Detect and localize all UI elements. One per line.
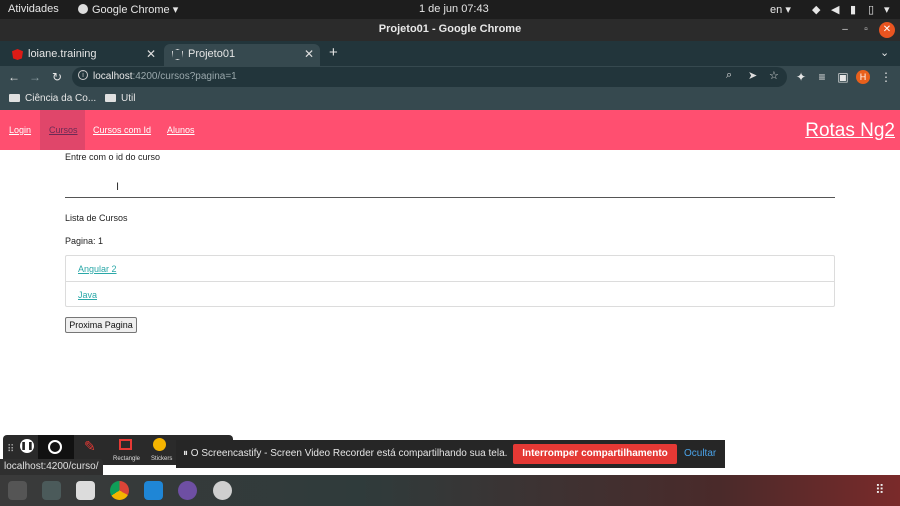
- text-cursor-icon: I: [116, 181, 120, 193]
- chevron-down-icon: ▾: [172, 4, 179, 16]
- menu-kebab-icon[interactable]: ⋮: [878, 69, 894, 85]
- sticker-icon[interactable]: [153, 438, 166, 451]
- activities-button[interactable]: Atividades: [8, 3, 59, 15]
- close-tab-icon[interactable]: ✕: [146, 47, 156, 61]
- app-navbar: Login Cursos Cursos com Id Alunos Rotas …: [0, 110, 900, 150]
- show-apps-icon[interactable]: ⠿: [875, 482, 885, 498]
- chrome-icon[interactable]: [110, 481, 129, 500]
- window-title: Projeto01 - Google Chrome: [378, 23, 522, 35]
- address-bar[interactable]: i localhost:4200/cursos?pagina=1 ⌕ ➤ ☆: [72, 67, 787, 87]
- side-panel-icon[interactable]: ▣: [835, 69, 851, 85]
- course-link-java[interactable]: Java: [78, 290, 97, 300]
- battery-icon[interactable]: ▯: [868, 3, 874, 16]
- app-menu-label: Google Chrome: [92, 4, 170, 16]
- next-page-button[interactable]: Proxima Pagina: [65, 317, 137, 333]
- bookmarks-bar: Ciência da Co... Util: [0, 88, 900, 110]
- window-title-bar: Projeto01 - Google Chrome – ▫ ✕: [0, 19, 900, 41]
- hide-banner-link[interactable]: Ocultar: [684, 448, 716, 459]
- extensions-icon[interactable]: ✦: [793, 69, 809, 85]
- folder-icon: [9, 94, 20, 102]
- pen-icon[interactable]: ✎: [84, 438, 96, 455]
- nav-link-login[interactable]: Login: [9, 125, 31, 135]
- minimize-button[interactable]: –: [837, 22, 853, 38]
- zoom-icon[interactable]: ⌕: [726, 69, 732, 82]
- list-item: Java: [66, 282, 834, 307]
- maximize-button[interactable]: ▫: [858, 22, 874, 38]
- system-monitor-icon[interactable]: [42, 481, 61, 500]
- bookmark-label: Ciência da Co...: [25, 93, 97, 104]
- folder-icon: [105, 94, 116, 102]
- chevron-down-icon[interactable]: ▾: [884, 3, 890, 16]
- language-label: en: [770, 4, 783, 16]
- close-tab-icon[interactable]: ✕: [304, 47, 314, 61]
- bookmark-folder-ciencia[interactable]: Ciência da Co...: [9, 93, 96, 104]
- obs-icon[interactable]: [213, 481, 232, 500]
- url-host: localhost: [93, 71, 133, 82]
- pause-indicator-icon: ⏸: [183, 448, 188, 459]
- tab-label: Projeto01: [188, 48, 236, 60]
- course-list: Angular 2 Java: [65, 255, 835, 307]
- tab-projeto01[interactable]: Projeto01 ✕: [164, 44, 320, 66]
- rectangle-tool-label: Rectangle: [113, 456, 141, 462]
- chevron-down-icon: ▾: [785, 4, 791, 16]
- angular-icon: [12, 49, 23, 60]
- url-path: :4200/cursos?pagina=1: [132, 71, 237, 82]
- url-text[interactable]: localhost:4200/cursos?pagina=1: [93, 71, 237, 82]
- list-title: Lista de Cursos: [65, 213, 128, 223]
- status-url-bubble: localhost:4200/curso/: [0, 459, 103, 475]
- page-label: Pagina: 1: [65, 236, 104, 246]
- volume-icon[interactable]: ◀: [831, 3, 839, 16]
- nav-link-alunos[interactable]: Alunos: [167, 125, 195, 135]
- send-icon[interactable]: ➤: [748, 69, 757, 82]
- system-top-bar: Atividades Google Chrome ▾ 1 de jun 07:4…: [0, 0, 900, 19]
- clock[interactable]: 1 de jun 07:43: [419, 3, 489, 15]
- reload-icon[interactable]: ↻: [49, 69, 65, 85]
- microphone-icon[interactable]: ▮: [850, 3, 856, 16]
- language-menu[interactable]: en ▾: [770, 3, 791, 16]
- drag-handle-icon[interactable]: ⠿: [7, 444, 14, 455]
- rectangle-icon[interactable]: [119, 439, 132, 450]
- sharing-message-text: O Screencastify - Screen Video Recorder …: [190, 448, 508, 459]
- pause-icon[interactable]: ❚❚: [20, 439, 34, 453]
- taskbar: ⠿: [0, 475, 900, 506]
- back-icon[interactable]: ←: [6, 69, 22, 85]
- stickers-tool-label: Stickers: [151, 456, 173, 462]
- files-icon[interactable]: [76, 481, 95, 500]
- info-icon[interactable]: i: [78, 70, 88, 80]
- stop-sharing-button[interactable]: Interromper compartilhamento: [513, 444, 677, 464]
- bookmark-star-icon[interactable]: ☆: [769, 69, 779, 82]
- angular-icon: [172, 49, 183, 60]
- nav-link-cursos[interactable]: Cursos: [49, 125, 78, 135]
- tab-search-icon[interactable]: ⌄: [880, 46, 889, 59]
- app-menu[interactable]: Google Chrome ▾: [78, 3, 178, 16]
- list-item: Angular 2: [66, 256, 834, 281]
- bookmark-label: Util: [121, 93, 136, 104]
- vscode-icon[interactable]: [144, 481, 163, 500]
- forward-icon[interactable]: →: [27, 69, 43, 85]
- tab-label: loiane.training: [28, 48, 97, 60]
- nav-link-cursos-com-id[interactable]: Cursos com Id: [93, 125, 151, 135]
- brand-link[interactable]: Rotas Ng2: [805, 120, 895, 142]
- input-underline: [65, 197, 835, 198]
- wifi-icon[interactable]: ◆: [812, 3, 820, 16]
- close-window-button[interactable]: ✕: [879, 22, 895, 38]
- profile-avatar[interactable]: H: [856, 70, 870, 84]
- mouse-highlight-icon: [48, 440, 62, 454]
- reading-list-icon[interactable]: ≡: [814, 69, 830, 85]
- chrome-icon: [78, 4, 88, 14]
- course-link-angular[interactable]: Angular 2: [78, 264, 117, 274]
- bookmark-folder-util[interactable]: Util: [105, 93, 135, 104]
- browser-toolbar: ← → ↻ i localhost:4200/cursos?pagina=1 ⌕…: [0, 66, 900, 88]
- sharing-message: ⏸ O Screencastify - Screen Video Recorde…: [183, 448, 507, 459]
- course-id-input[interactable]: [65, 170, 835, 197]
- terminal-icon[interactable]: [8, 481, 27, 500]
- tab-strip: loiane.training ✕ Projeto01 ✕ + ⌄: [0, 41, 900, 66]
- new-tab-button[interactable]: +: [329, 44, 338, 61]
- id-input-label: Entre com o id do curso: [65, 152, 161, 162]
- github-desktop-icon[interactable]: [178, 481, 197, 500]
- tab-loiane-training[interactable]: loiane.training ✕: [0, 44, 162, 66]
